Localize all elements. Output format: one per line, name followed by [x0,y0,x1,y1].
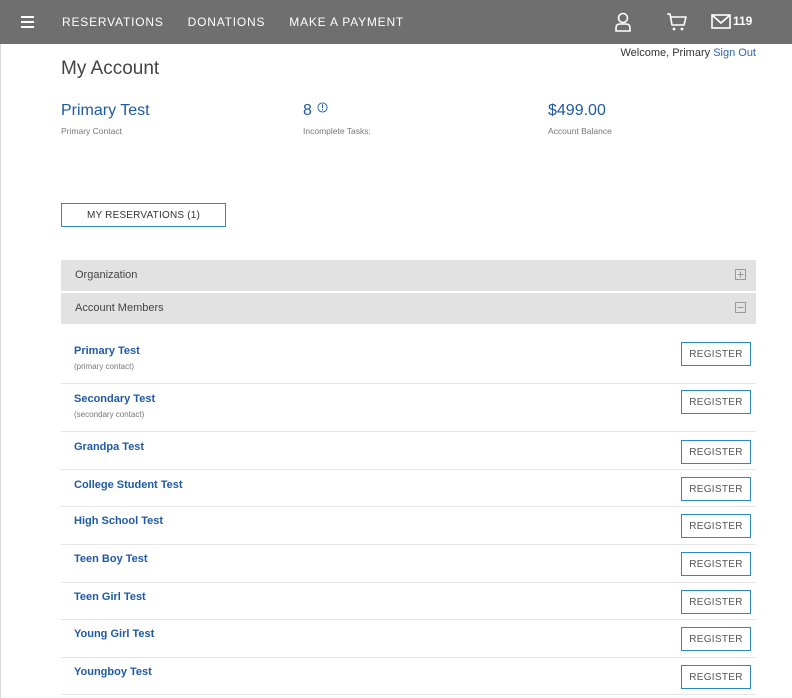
member-name[interactable]: Teen Girl Test [74,591,146,603]
mail-icon [711,14,731,29]
member-name[interactable]: Teen Boy Test [74,553,148,565]
nav-reservations[interactable]: RESERVATIONS [62,15,164,29]
account-balance-stat: $499.00 Account Balance [548,102,612,136]
member-name[interactable]: Grandpa Test [74,441,144,453]
account-members-list: Primary Test (primary contact) REGISTER … [61,330,756,695]
primary-contact-name: Primary Test [61,102,150,119]
account-balance-value: $499.00 [548,102,606,119]
member-name[interactable]: Secondary Test [74,393,155,405]
member-row: Teen Boy Test REGISTER [61,545,756,583]
member-name[interactable]: Young Girl Test [74,628,154,640]
main-nav: RESERVATIONS DONATIONS MAKE A PAYMENT [62,0,404,44]
welcome-text: Welcome, Primary [620,47,711,59]
account-members-panel-header[interactable]: Account Members [61,293,756,324]
register-button[interactable]: REGISTER [681,440,751,464]
member-name[interactable]: Primary Test [74,345,140,357]
incomplete-tasks-count: 8 [303,102,312,119]
user-icon[interactable] [614,12,632,32]
top-navigation-bar: RESERVATIONS DONATIONS MAKE A PAYMENT 11… [0,0,792,44]
register-button[interactable]: REGISTER [681,342,751,366]
incomplete-tasks-stat: 8 Incomplete Tasks: [303,102,371,136]
member-role: (secondary contact) [74,410,145,419]
mail-button[interactable]: 119 [711,12,779,32]
cart-icon[interactable] [666,12,688,32]
left-edge-line [0,44,1,698]
member-row: Young Girl Test REGISTER [61,620,756,658]
menu-icon[interactable] [18,11,40,33]
register-button[interactable]: REGISTER [681,590,751,614]
collapse-icon[interactable] [735,302,746,313]
mail-count-badge: 119 [733,14,753,28]
nav-make-a-payment[interactable]: MAKE A PAYMENT [289,15,404,29]
register-button[interactable]: REGISTER [681,665,751,689]
member-row: Teen Girl Test REGISTER [61,583,756,620]
nav-donations[interactable]: DONATIONS [188,15,266,29]
info-icon[interactable] [317,102,328,113]
expand-icon[interactable] [735,269,746,280]
member-row: College Student Test REGISTER [61,470,756,507]
primary-contact-label: Primary Contact [61,126,122,136]
register-button[interactable]: REGISTER [681,514,751,538]
register-button[interactable]: REGISTER [681,477,751,501]
member-row: Primary Test (primary contact) REGISTER [61,330,756,384]
member-row: Youngboy Test REGISTER [61,658,756,695]
account-balance-label: Account Balance [548,126,612,136]
member-name[interactable]: High School Test [74,515,163,527]
member-name[interactable]: Youngboy Test [74,666,152,678]
my-reservations-button[interactable]: MY RESERVATIONS (1) [61,203,226,227]
member-row: Grandpa Test REGISTER [61,432,756,470]
incomplete-tasks-label: Incomplete Tasks: [303,126,371,136]
page-title: My Account [61,58,160,79]
account-members-panel-title: Account Members [75,302,164,314]
member-row: High School Test REGISTER [61,507,756,545]
member-name[interactable]: College Student Test [74,479,183,491]
organization-panel-title: Organization [75,269,138,281]
sign-out-link[interactable]: Sign Out [713,47,756,59]
register-button[interactable]: REGISTER [681,627,751,651]
member-row: Secondary Test (secondary contact) REGIS… [61,384,756,432]
member-role: (primary contact) [74,362,135,371]
register-button[interactable]: REGISTER [681,552,751,576]
primary-contact-stat: Primary Test Primary Contact [61,102,150,136]
welcome-message: Welcome, Primary Sign Out [620,47,756,59]
register-button[interactable]: REGISTER [681,390,751,414]
organization-panel-header[interactable]: Organization [61,260,756,291]
